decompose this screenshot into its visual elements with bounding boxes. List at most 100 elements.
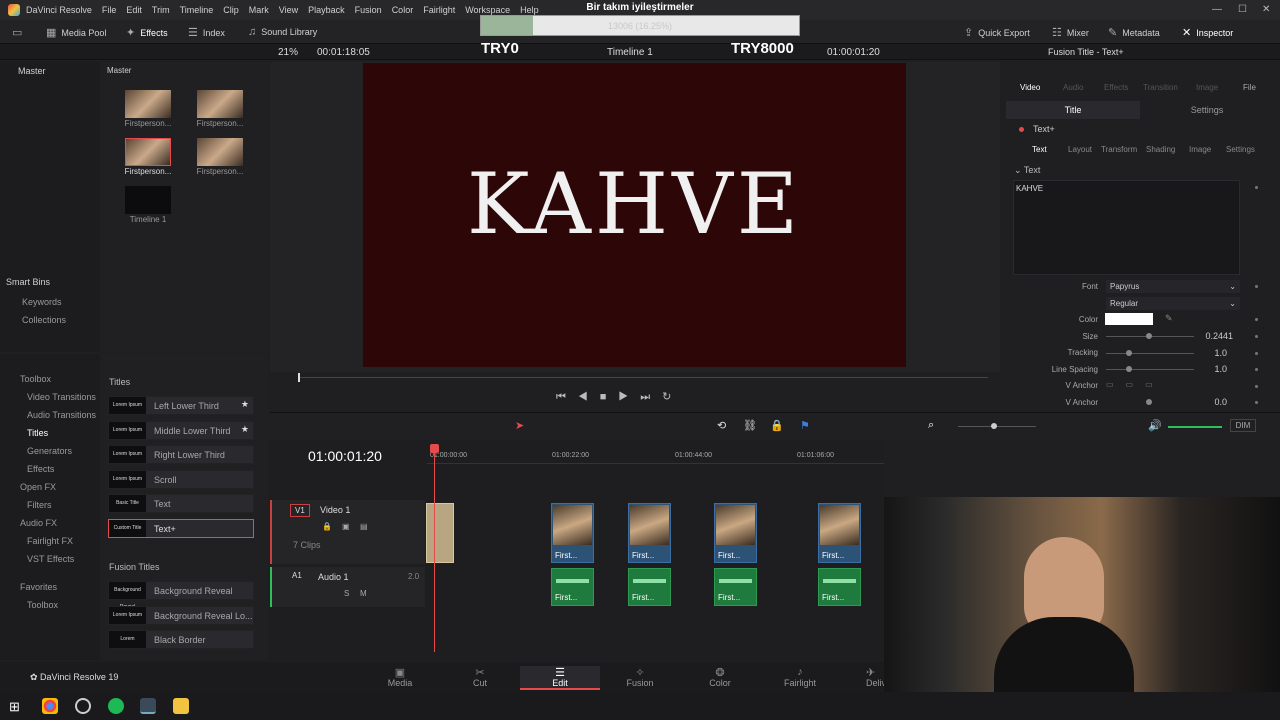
timeline-selector[interactable]: Timeline 1 bbox=[607, 47, 653, 58]
tree-vst-effects[interactable]: VST Effects bbox=[27, 554, 74, 564]
size-value[interactable]: 0.2441 bbox=[1193, 331, 1233, 341]
title-item[interactable]: Background RevealBackground Reveal bbox=[108, 581, 254, 610]
vanchor-buttons[interactable]: ▭▭▭ bbox=[1106, 380, 1165, 389]
menu-trim[interactable]: Trim bbox=[152, 5, 170, 15]
media-clip-thumbnail[interactable] bbox=[125, 90, 171, 118]
keyframe-dot[interactable] bbox=[1255, 318, 1258, 321]
title-clip[interactable] bbox=[426, 503, 454, 563]
tree-effects[interactable]: Effects bbox=[27, 464, 54, 474]
minimize-icon[interactable]: — bbox=[1212, 4, 1222, 15]
solo-button[interactable]: S bbox=[344, 589, 349, 598]
video-clip[interactable]: First... bbox=[818, 503, 861, 563]
texttab-settings[interactable]: Settings bbox=[1226, 145, 1255, 154]
keyframe-dot[interactable] bbox=[1255, 385, 1258, 388]
zoom-slider[interactable] bbox=[958, 426, 1036, 427]
tree-audio-transitions[interactable]: Audio Transitions bbox=[27, 410, 96, 420]
tree-filters[interactable]: Filters bbox=[27, 500, 52, 510]
last-frame-icon[interactable]: ⏭ bbox=[640, 391, 662, 403]
smart-bin-collections[interactable]: Collections bbox=[22, 315, 66, 325]
keyframe-dot[interactable] bbox=[1255, 335, 1258, 338]
stop-icon[interactable]: ■ bbox=[600, 391, 619, 403]
spotify-icon[interactable] bbox=[108, 698, 124, 714]
keyframe-dot[interactable] bbox=[1255, 401, 1258, 404]
page-color[interactable]: ❂ Color bbox=[680, 666, 760, 688]
dim-button[interactable]: DIM bbox=[1230, 419, 1256, 432]
media-clip-thumbnail[interactable] bbox=[197, 90, 243, 118]
linespacing-slider-knob[interactable] bbox=[1126, 366, 1132, 372]
inspector-button[interactable]: ✕ Inspector bbox=[1182, 26, 1233, 39]
inspector-tab-video[interactable]: Video bbox=[1020, 83, 1040, 92]
windows-start-icon[interactable]: ⊞ bbox=[9, 699, 20, 715]
track-tag-v1[interactable]: V1 bbox=[290, 504, 310, 517]
track-visibility-icon[interactable]: ▤ bbox=[360, 522, 368, 531]
tracking-value[interactable]: 1.0 bbox=[1187, 348, 1227, 358]
tracking-slider-knob[interactable] bbox=[1126, 350, 1132, 356]
favorite-star-icon[interactable]: ★ bbox=[241, 424, 249, 435]
metadata-button[interactable]: ✎ Metadata bbox=[1108, 26, 1160, 39]
title-item-selected[interactable]: Custom Title Text+ bbox=[108, 519, 254, 538]
title-item[interactable]: Lorem Black Border bbox=[108, 630, 254, 649]
page-deliver[interactable]: ✈Deliver bbox=[840, 666, 884, 688]
loop-icon[interactable]: ↻ bbox=[662, 391, 683, 403]
subtab-settings[interactable]: Settings bbox=[1140, 101, 1274, 119]
audio-clip[interactable]: First... bbox=[818, 568, 861, 606]
tree-fav-toolbox[interactable]: Toolbox bbox=[27, 600, 58, 610]
layout-icon[interactable]: ▭ bbox=[12, 26, 27, 39]
media-clip-thumbnail[interactable] bbox=[197, 138, 243, 166]
color-swatch[interactable] bbox=[1105, 313, 1153, 325]
inspector-tab-file[interactable]: File bbox=[1243, 83, 1256, 92]
linespacing-slider[interactable] bbox=[1106, 369, 1194, 370]
maximize-icon[interactable]: ☐ bbox=[1238, 4, 1247, 15]
subtab-title[interactable]: Title bbox=[1006, 101, 1140, 119]
font-dropdown[interactable]: Papyrus ⌄ bbox=[1106, 280, 1240, 293]
inspector-tab-effects[interactable]: Effects bbox=[1104, 83, 1128, 92]
audio-clip[interactable]: First... bbox=[714, 568, 757, 606]
size-slider-knob[interactable] bbox=[1146, 333, 1152, 339]
page-edit[interactable]: ☰ Edit bbox=[520, 666, 600, 690]
linespacing-value[interactable]: 1.0 bbox=[1187, 364, 1227, 374]
tracking-slider[interactable] bbox=[1106, 353, 1194, 354]
title-item[interactable]: Lorem Ipsum Background Reveal Lo... bbox=[108, 606, 254, 625]
media-pool-button[interactable]: ▦ Media Pool bbox=[46, 26, 106, 39]
track-lock-icon[interactable]: 🔒 bbox=[322, 522, 332, 531]
title-item[interactable]: Lorem Ipsum Left Lower Third ★ bbox=[108, 396, 254, 415]
index-button[interactable]: ☰ Index bbox=[188, 26, 225, 39]
texttab-shading[interactable]: Shading bbox=[1146, 145, 1175, 154]
quick-export-button[interactable]: ⇪ Quick Export bbox=[964, 26, 1030, 39]
snapping-icon[interactable]: ⟲ bbox=[717, 419, 726, 432]
menu-fusion[interactable]: Fusion bbox=[355, 5, 382, 15]
texttab-text[interactable]: Text bbox=[1032, 145, 1047, 154]
close-icon[interactable]: ✕ bbox=[1262, 4, 1270, 15]
effects-button[interactable]: ✦ Effects bbox=[126, 26, 168, 39]
play-icon[interactable]: ▶ bbox=[618, 391, 640, 403]
page-fairlight[interactable]: ♪ Fairlight bbox=[760, 666, 840, 688]
keyframe-dot[interactable] bbox=[1255, 352, 1258, 355]
menu-fairlight[interactable]: Fairlight bbox=[423, 5, 455, 15]
texttab-image[interactable]: Image bbox=[1189, 145, 1211, 154]
title-item[interactable]: Lorem Ipsum Middle Lower Third ★ bbox=[108, 421, 254, 440]
audio-clip[interactable]: First... bbox=[551, 568, 594, 606]
menu-file[interactable]: File bbox=[102, 5, 117, 15]
menu-mark[interactable]: Mark bbox=[249, 5, 269, 15]
inspector-tab-image[interactable]: Image bbox=[1196, 83, 1218, 92]
page-media[interactable]: ▣ Media bbox=[360, 666, 440, 688]
keyframe-dot[interactable] bbox=[1255, 285, 1258, 288]
vanchor2-value[interactable]: 0.0 bbox=[1187, 397, 1227, 407]
eyedropper-icon[interactable]: ✎ bbox=[1165, 313, 1173, 324]
audio-clip[interactable]: First... bbox=[628, 568, 671, 606]
scrubber-bar[interactable] bbox=[298, 377, 988, 378]
title-item[interactable]: Lorem Ipsum Right Lower Third bbox=[108, 445, 254, 464]
title-item[interactable]: Lorem Ipsum Scroll bbox=[108, 470, 254, 489]
menu-timeline[interactable]: Timeline bbox=[180, 5, 214, 15]
tree-fairlight-fx[interactable]: Fairlight FX bbox=[27, 536, 73, 546]
tree-open-fx[interactable]: Open FX bbox=[20, 482, 56, 492]
timeline-thumbnail[interactable] bbox=[125, 186, 171, 214]
scrubber-handle[interactable] bbox=[298, 373, 300, 382]
playhead[interactable] bbox=[434, 446, 435, 652]
mute-button[interactable]: M bbox=[360, 589, 367, 598]
smart-bin-keywords[interactable]: Keywords bbox=[22, 297, 62, 307]
video-viewer[interactable]: KAHVE bbox=[363, 63, 906, 367]
track-tag-a1[interactable]: A1 bbox=[292, 571, 302, 580]
video-clip[interactable]: First... bbox=[628, 503, 671, 563]
texttab-transform[interactable]: Transform bbox=[1101, 145, 1137, 154]
